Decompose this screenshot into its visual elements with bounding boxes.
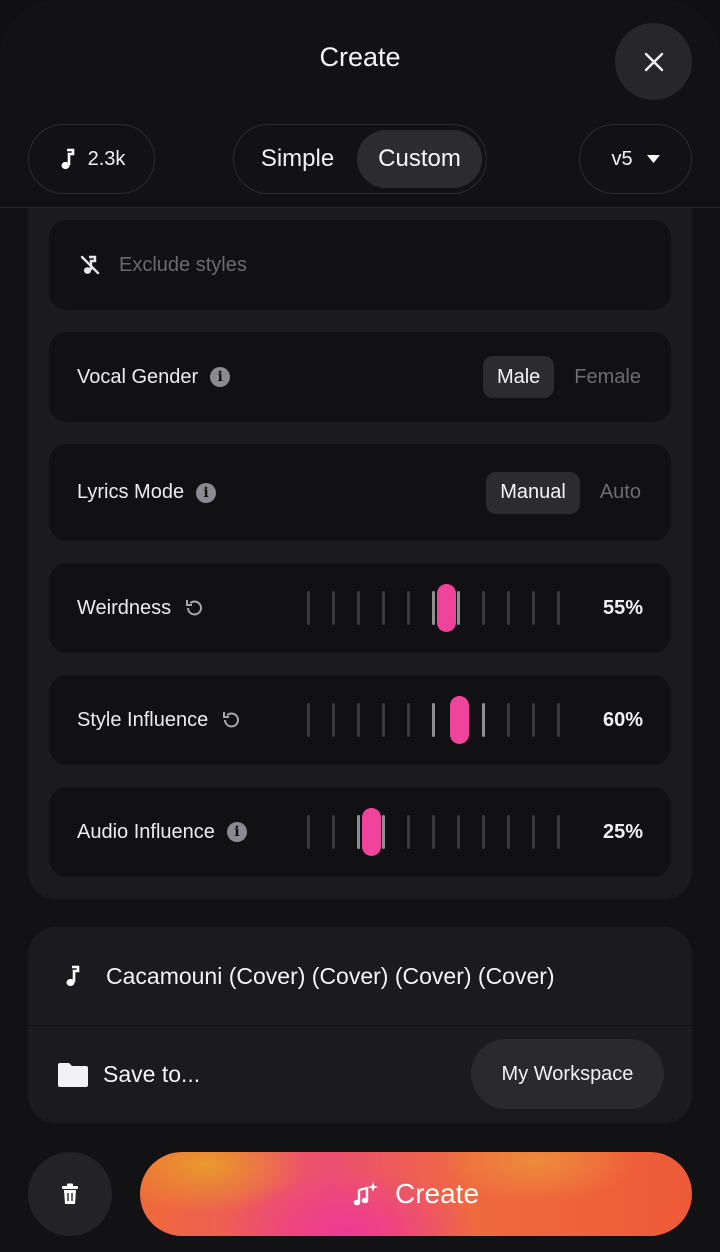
reset-icon[interactable] [183, 597, 205, 619]
slider-tick [332, 703, 335, 737]
slider-tick [532, 703, 535, 737]
version-dropdown[interactable]: v5 [579, 124, 692, 194]
slider-tick [357, 703, 360, 737]
slider-tick [557, 703, 560, 737]
lyrics-mode-row: Lyrics Mode i Manual Auto [49, 444, 671, 541]
credits-count: 2.3k [87, 147, 126, 170]
slider-tick [407, 591, 410, 625]
lyrics-mode-auto-option[interactable]: Auto [586, 472, 655, 514]
exclude-styles-field[interactable]: Exclude styles [49, 220, 671, 310]
slider-tick [432, 815, 435, 849]
credits-badge[interactable]: 2.3k [28, 124, 155, 194]
reset-icon[interactable] [220, 709, 242, 731]
music-off-icon [80, 255, 100, 275]
trash-icon [62, 1183, 78, 1204]
vocal-gender-toggle[interactable]: Male Female [482, 356, 655, 398]
slider-tick [357, 591, 360, 625]
weirdness-label: Weirdness [77, 596, 172, 619]
vocal-gender-female-option[interactable]: Female [560, 356, 655, 398]
page-title: Create [319, 42, 401, 72]
lyrics-mode-toggle[interactable]: Manual Auto [486, 471, 655, 514]
close-button[interactable] [615, 23, 692, 100]
style-influence-label: Style Influence [77, 708, 209, 731]
slider-tick [507, 815, 510, 849]
close-icon [644, 52, 663, 71]
workspace-button[interactable]: My Workspace [471, 1039, 664, 1109]
slider-tick [457, 815, 460, 849]
style-influence-row: Style Influence 60% [49, 675, 671, 765]
chevron-down-icon [646, 155, 660, 163]
slider-tick [382, 815, 385, 849]
slider-tick [307, 591, 310, 625]
slider-tick [407, 703, 410, 737]
weirdness-slider[interactable] [307, 584, 567, 632]
create-button[interactable]: Create [140, 1152, 692, 1236]
vocal-gender-row: Vocal Gender i Male Female [49, 332, 671, 422]
slider-tick [557, 815, 560, 849]
slider-thumb[interactable] [362, 808, 381, 856]
delete-button[interactable] [28, 1152, 112, 1236]
slider-tick [357, 815, 360, 849]
slider-tick [482, 591, 485, 625]
version-label: v5 [611, 147, 633, 170]
style-influence-slider[interactable] [307, 696, 567, 744]
lyrics-mode-label: Lyrics Mode [77, 481, 185, 503]
audio-influence-value: 25% [602, 820, 643, 843]
weirdness-value: 55% [602, 596, 643, 619]
vocal-gender-label: Vocal Gender [77, 365, 199, 388]
style-influence-value: 60% [602, 708, 643, 731]
mode-custom-tab[interactable]: Custom [357, 130, 482, 188]
info-icon[interactable]: i [210, 367, 231, 387]
slider-tick [307, 815, 310, 849]
slider-tick [482, 703, 485, 737]
save-to-row: Save to... My Workspace [28, 1026, 692, 1123]
slider-tick [432, 703, 435, 737]
music-note-icon [61, 148, 74, 170]
slider-thumb[interactable] [437, 584, 456, 632]
music-sparkle-icon [353, 1182, 378, 1206]
slider-tick [332, 591, 335, 625]
slider-tick [457, 591, 460, 625]
create-button-label: Create [394, 1178, 480, 1209]
audio-influence-label: Audio Influence [77, 820, 215, 843]
slider-thumb[interactable] [449, 696, 469, 744]
folder-icon [58, 1062, 88, 1087]
music-note-icon [66, 965, 80, 987]
slider-tick [332, 815, 335, 849]
weirdness-row: Weirdness 55% [49, 563, 671, 653]
lyrics-mode-manual-option[interactable]: Manual [486, 471, 580, 514]
info-icon[interactable]: i [226, 822, 247, 842]
slider-tick [507, 703, 510, 737]
slider-tick [557, 591, 560, 625]
audio-influence-row: Audio Influence i 25% [49, 787, 671, 877]
exclude-styles-placeholder: Exclude styles [119, 253, 247, 276]
song-title-row[interactable]: Cacamouni (Cover) (Cover) (Cover) (Cover… [28, 927, 692, 1025]
slider-tick [407, 815, 410, 849]
mode-switch[interactable]: Simple Custom [233, 124, 487, 194]
song-card: Cacamouni (Cover) (Cover) (Cover) (Cover… [28, 927, 692, 1123]
slider-tick [482, 815, 485, 849]
audio-influence-slider[interactable] [307, 808, 567, 856]
slider-tick [382, 591, 385, 625]
vocal-gender-male-option[interactable]: Male [482, 356, 555, 398]
slider-tick [532, 815, 535, 849]
info-icon[interactable]: i [196, 482, 217, 503]
slider-tick [307, 703, 310, 737]
slider-tick [507, 591, 510, 625]
song-title: Cacamouni (Cover) (Cover) (Cover) (Cover… [106, 962, 555, 989]
save-to-label: Save to... [103, 1061, 201, 1087]
slider-tick [532, 591, 535, 625]
mode-simple-tab[interactable]: Simple [238, 130, 357, 188]
slider-tick [432, 591, 435, 625]
slider-tick [382, 703, 385, 737]
